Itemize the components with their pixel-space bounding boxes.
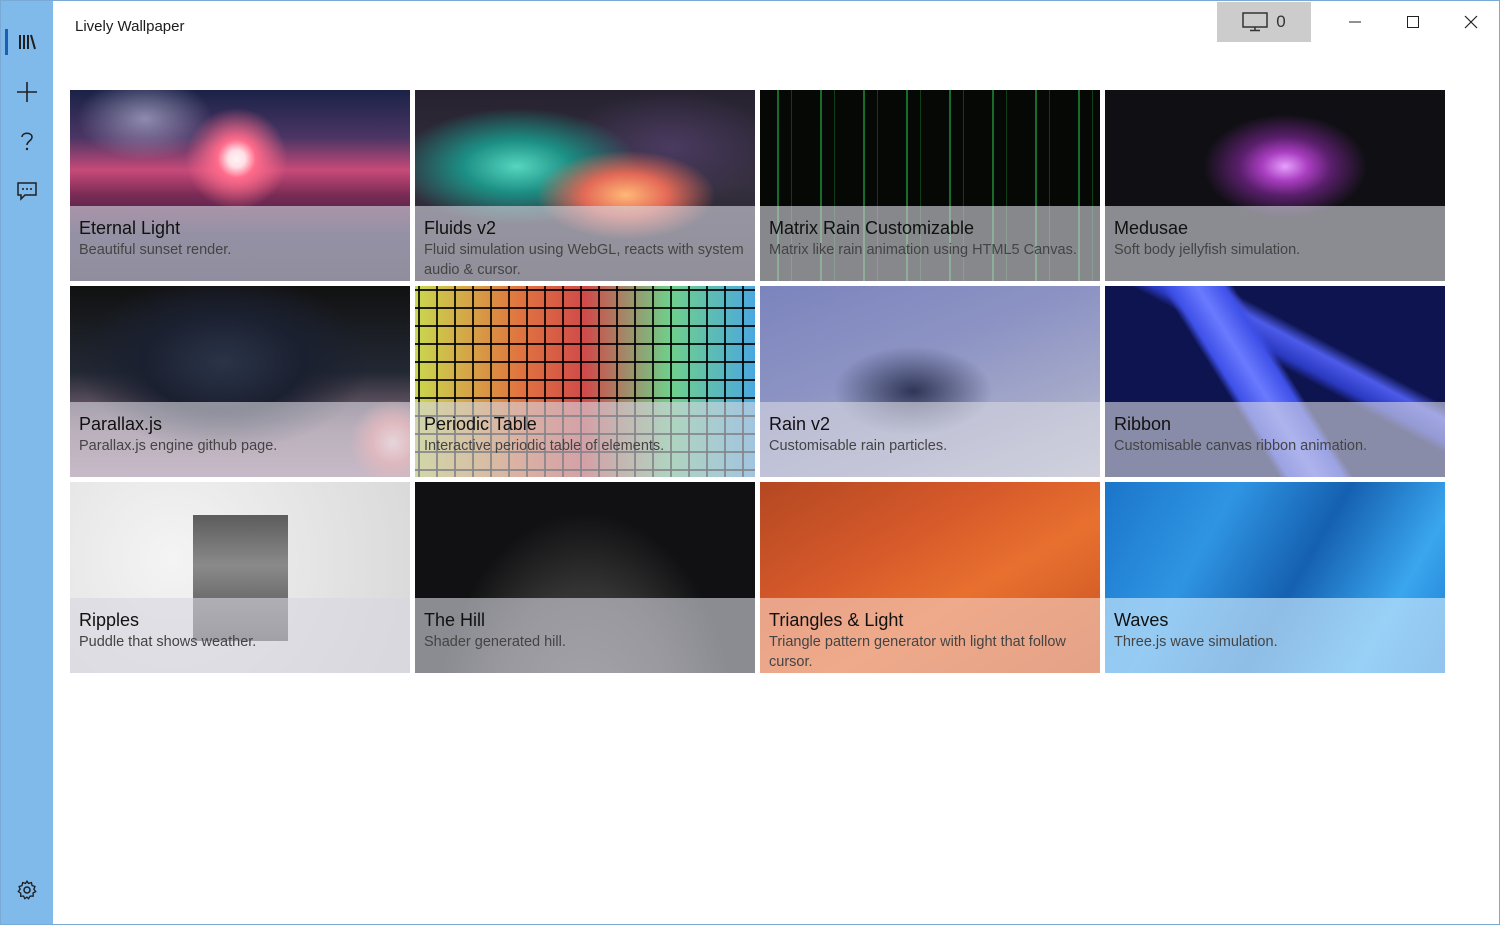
tile-info-panel: Rain v2 Customisable rain particles. <box>760 402 1100 477</box>
wallpaper-description: Three.js wave simulation. <box>1114 634 1278 650</box>
monitor-select-button[interactable]: 0 <box>1217 2 1311 42</box>
wallpaper-tile-rain-v2[interactable]: Rain v2 Customisable rain particles. <box>760 286 1100 477</box>
wallpaper-description: Customisable canvas ribbon animation. <box>1114 438 1368 454</box>
add-icon <box>17 82 37 102</box>
wallpaper-title: Eternal Light <box>79 218 181 238</box>
wallpaper-tile-ribbon[interactable]: Ribbon Customisable canvas ribbon animat… <box>1105 286 1445 477</box>
tile-info-panel: Medusae Soft body jellyfish simulation. <box>1105 206 1445 281</box>
wallpaper-title: Medusae <box>1114 218 1189 238</box>
library-icon <box>19 34 36 50</box>
tile-info-panel: Ripples Puddle that shows weather. <box>70 598 410 673</box>
wallpaper-tile-ripples[interactable]: Ripples Puddle that shows weather. <box>70 482 410 673</box>
wallpaper-description: Fluid simulation using WebGL, reacts wit… <box>424 242 744 278</box>
wallpaper-description: Parallax.js engine github page. <box>79 438 278 454</box>
tile-info-panel: Fluids v2 Fluid simulation using WebGL, … <box>415 206 755 281</box>
wallpaper-title: Rain v2 <box>769 414 831 434</box>
wallpaper-tile-periodic-table[interactable]: Periodic Table Interactive periodic tabl… <box>415 286 755 477</box>
maximize-button[interactable] <box>1384 2 1442 42</box>
wallpaper-tile-waves[interactable]: Waves Three.js wave simulation. <box>1105 482 1445 673</box>
tile-info-panel: Eternal Light Beautiful sunset render. <box>70 206 410 281</box>
feedback-icon <box>17 182 37 201</box>
wallpaper-title: Triangles & Light <box>769 610 904 630</box>
wallpaper-title: The Hill <box>424 610 486 630</box>
minimize-button[interactable] <box>1326 2 1384 42</box>
wallpaper-tile-fluids-v2[interactable]: Fluids v2 Fluid simulation using WebGL, … <box>415 90 755 281</box>
wallpaper-tile-parallax-js[interactable]: Parallax.js Parallax.js engine github pa… <box>70 286 410 477</box>
monitor-count: 0 <box>1276 12 1286 31</box>
wallpaper-description: Beautiful sunset render. <box>79 242 232 258</box>
nav-settings-button[interactable] <box>1 866 53 914</box>
wallpaper-title: Matrix Rain Customizable <box>769 218 975 238</box>
nav-add-wallpaper-button[interactable] <box>1 68 53 116</box>
wallpaper-title: Parallax.js <box>79 414 163 434</box>
wallpaper-title: Waves <box>1114 610 1169 630</box>
wallpaper-tile-matrix-rain[interactable]: Matrix Rain Customizable Matrix like rai… <box>760 90 1100 281</box>
tile-info-panel: The Hill Shader generated hill. <box>415 598 755 673</box>
wallpaper-description: Triangle pattern generator with light th… <box>769 634 1066 670</box>
app-title: Lively Wallpaper <box>75 18 185 35</box>
minimize-icon <box>1349 21 1361 23</box>
tile-info-panel: Ribbon Customisable canvas ribbon animat… <box>1105 402 1445 477</box>
wallpaper-title: Periodic Table <box>424 414 537 434</box>
wallpaper-title: Ripples <box>79 610 140 630</box>
wallpaper-tile-triangles-light[interactable]: Triangles & Light Triangle pattern gener… <box>760 482 1100 673</box>
nav-library-button[interactable] <box>1 18 53 66</box>
wallpaper-description: Puddle that shows weather. <box>79 634 257 650</box>
close-icon <box>1464 15 1478 29</box>
wallpaper-tile-eternal-light[interactable]: Eternal Light Beautiful sunset render. <box>70 90 410 281</box>
nav-help-button[interactable] <box>1 117 53 165</box>
help-icon <box>21 132 33 151</box>
tile-info-panel: Periodic Table Interactive periodic tabl… <box>415 402 755 477</box>
tile-info-panel: Triangles & Light Triangle pattern gener… <box>760 598 1100 673</box>
wallpaper-description: Soft body jellyfish simulation. <box>1114 242 1301 258</box>
close-button[interactable] <box>1442 2 1500 42</box>
wallpaper-tile-the-hill[interactable]: The Hill Shader generated hill. <box>415 482 755 673</box>
wallpaper-title: Ribbon <box>1114 414 1172 434</box>
tile-info-panel: Parallax.js Parallax.js engine github pa… <box>70 402 410 477</box>
wallpaper-description: Interactive periodic table of elements. <box>424 438 665 454</box>
tile-info-panel: Matrix Rain Customizable Matrix like rai… <box>760 206 1100 281</box>
wallpaper-description: Customisable rain particles. <box>769 438 948 454</box>
wallpaper-description: Shader generated hill. <box>424 634 566 650</box>
wallpaper-description: Matrix like rain animation using HTML5 C… <box>769 242 1077 258</box>
tile-info-panel: Waves Three.js wave simulation. <box>1105 598 1445 673</box>
nav-feedback-button[interactable] <box>1 167 53 215</box>
app-window: Lively Wallpaper 0 Eternal Light Beautif… <box>0 0 1500 925</box>
gear-icon <box>17 880 37 900</box>
wallpaper-tile-medusae[interactable]: Medusae Soft body jellyfish simulation. <box>1105 90 1445 281</box>
monitor-icon <box>1242 12 1269 32</box>
wallpaper-title: Fluids v2 <box>424 218 497 238</box>
maximize-icon <box>1407 16 1419 28</box>
sidebar <box>1 1 53 924</box>
